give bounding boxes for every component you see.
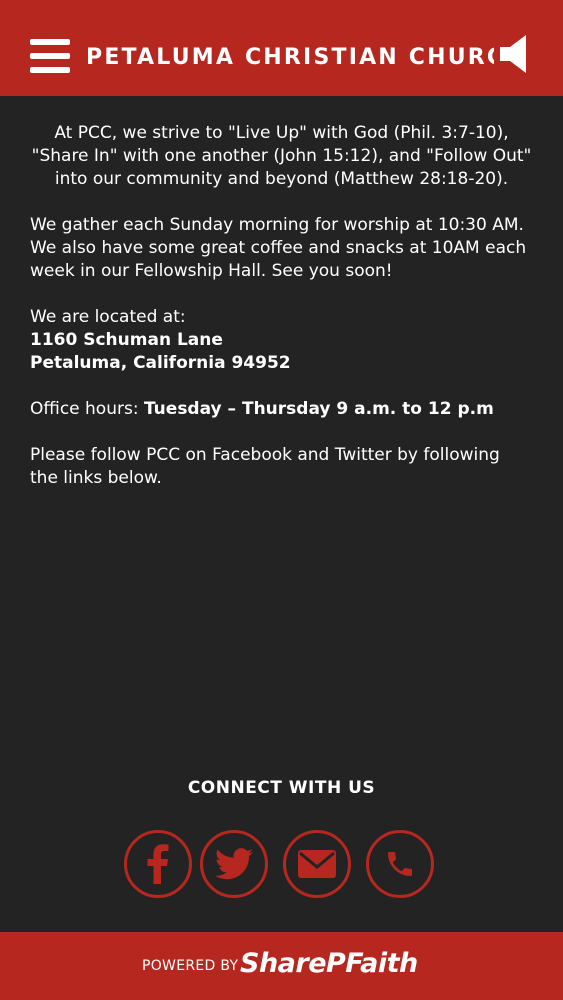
connect-heading: CONNECT WITH US: [187, 778, 376, 798]
phone-button[interactable]: [366, 830, 434, 898]
location-label: We are located at:: [30, 307, 186, 327]
worship-paragraph: We gather each Sunday morning for worshi…: [30, 215, 527, 281]
powered-by-label: POWERED BY: [142, 958, 239, 974]
facebook-icon: [147, 844, 169, 884]
office-label: Office hours:: [30, 399, 144, 419]
menu-bar-icon: [30, 39, 70, 45]
speaker-icon[interactable]: [500, 34, 530, 74]
address-line1: 1160 Schuman Lane: [30, 330, 223, 350]
email-icon: [298, 850, 336, 878]
app-header: PETALUMA CHRISTIAN CHURCH: [0, 0, 563, 96]
location-block: We are located at: 1160 Schuman Lane Pet…: [30, 306, 533, 375]
facebook-button[interactable]: [124, 830, 192, 898]
email-button[interactable]: [283, 830, 351, 898]
menu-bar-icon: [30, 53, 70, 59]
site-title: PETALUMA CHRISTIAN CHURCH: [86, 45, 494, 70]
follow-paragraph: Please follow PCC on Facebook and Twitte…: [30, 445, 500, 488]
main-content: At PCC, we strive to "Live Up" with God …: [30, 122, 533, 513]
address-line2: Petaluma, California 94952: [30, 353, 291, 373]
app-footer: POWERED BY SharePFaith: [0, 932, 563, 1000]
office-hours-block: Office hours: Tuesday – Thursday 9 a.m. …: [30, 398, 533, 421]
office-hours: Tuesday – Thursday 9 a.m. to 12 p.m: [143, 399, 494, 419]
twitter-icon: [215, 848, 253, 880]
menu-bar-icon: [30, 67, 70, 73]
menu-button[interactable]: [30, 39, 70, 73]
intro-paragraph: At PCC, we strive to "Live Up" with God …: [31, 123, 532, 189]
twitter-button[interactable]: [200, 830, 268, 898]
phone-icon: [388, 852, 412, 876]
sharefaith-logo[interactable]: SharePFaith: [240, 948, 418, 979]
